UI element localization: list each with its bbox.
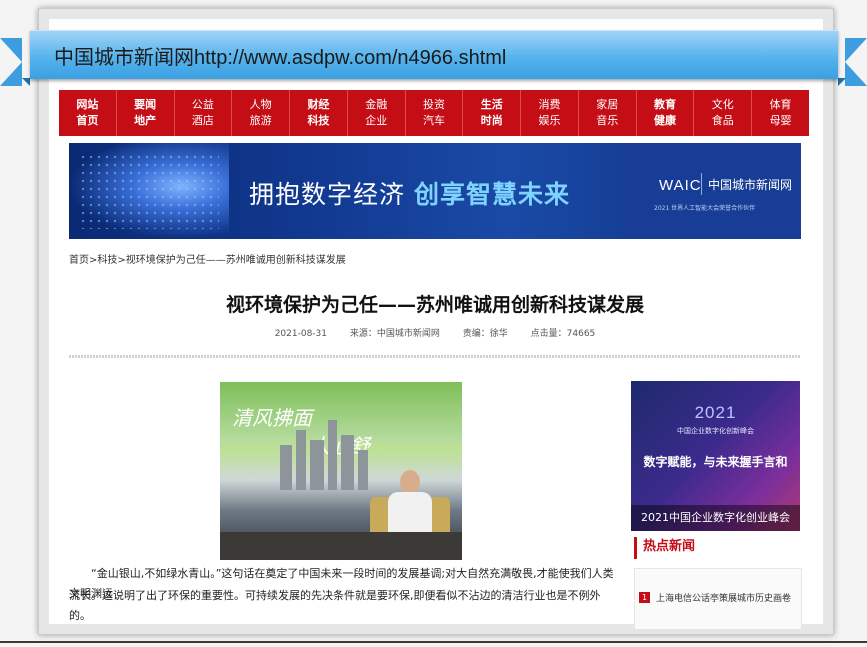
- ribbon-site-name: 中国城市新闻网: [54, 45, 194, 69]
- nav-item-bottom: 汽车: [422, 114, 445, 127]
- ad-subtitle: 中国企业数字化创新峰会: [677, 427, 754, 435]
- building: [328, 420, 337, 490]
- article-date: 2021-08-31: [274, 329, 327, 339]
- ribbon-fold-right: [838, 78, 846, 86]
- nav-item-top: 网站: [76, 98, 99, 111]
- ribbon-tail-right: [845, 38, 867, 86]
- person-head: [400, 470, 420, 494]
- nav-item[interactable]: 消费 娱乐: [521, 90, 579, 136]
- breadcrumb: 首页>科技>视环境保护为己任——苏州唯诚用创新科技谋发展: [69, 255, 346, 266]
- nav-item[interactable]: 教育 健康: [637, 90, 695, 136]
- nav-item[interactable]: 人物 旅游: [232, 90, 291, 136]
- nav-item[interactable]: 文化 食品: [694, 90, 753, 136]
- ribbon-tail-left: [0, 38, 22, 86]
- banner-title-plain: 拥抱数字经济: [249, 180, 406, 209]
- nav-item-top: 教育: [654, 98, 677, 111]
- nav-item[interactable]: 体育 母婴: [752, 90, 809, 136]
- nav-item-top: 金融: [365, 98, 388, 111]
- ribbon-fold-left: [22, 78, 30, 86]
- desk: [220, 532, 462, 560]
- nav-item-top: 生活: [480, 98, 503, 111]
- nav-item[interactable]: 生活 时尚: [463, 90, 522, 136]
- breadcrumb-category[interactable]: 科技: [97, 255, 117, 266]
- article-source: 来源：中国城市新闻网: [349, 329, 440, 339]
- banner-separator: [701, 173, 702, 195]
- article-clicks: 点击量：74665: [530, 329, 596, 339]
- article-photo: 清风拂面 人心舒: [220, 382, 462, 560]
- photo-calligraphy-1: 清风拂面: [232, 406, 312, 430]
- nav-item-bottom: 企业: [365, 114, 388, 127]
- sidebar-ad[interactable]: 2021 中国企业数字化创新峰会 数字赋能，与未来握手言和 2021中国企业数字…: [631, 381, 800, 531]
- bottom-rule: [0, 641, 867, 643]
- nav-item-top: 消费: [538, 98, 561, 111]
- ad-slogan: 数字赋能，与未来握手言和: [643, 455, 788, 469]
- banner-subtitle: 2021 世界人工智能大会荣誉合作伙伴: [654, 205, 756, 212]
- nav-item-bottom: 酒店: [191, 114, 214, 127]
- nav-item-top: 财经: [307, 98, 330, 111]
- nav-item-bottom: 旅游: [249, 114, 272, 127]
- hot-news-item[interactable]: 1 上海电信公话亭策展城市历史画卷: [639, 591, 791, 604]
- breadcrumb-home[interactable]: 首页: [69, 255, 89, 266]
- nav-item-bottom: 娱乐: [538, 114, 561, 127]
- title-divider: [69, 355, 801, 358]
- nav-item-top: 公益: [191, 98, 214, 111]
- nav-item-top: 人物: [249, 98, 272, 111]
- building: [310, 440, 324, 490]
- nav-item-top: 体育: [769, 98, 792, 111]
- article-title: 视环境保护为己任——苏州唯诚用创新科技谋发展: [225, 294, 644, 316]
- building: [280, 445, 292, 490]
- main-nav: 网站 首页 要闻 地产 公益 酒店 人物 旅游 财经 科技 金融 企业 投资 汽车 生活 时尚 消费 娱乐 家居 音乐…: [59, 90, 809, 136]
- building: [296, 430, 306, 490]
- nav-item-top: 投资: [422, 98, 445, 111]
- banner-title-highlight: 创享智慧未来: [413, 180, 570, 209]
- ribbon-caption: 中国城市新闻网http://www.asdpw.com/n4966.shtml: [54, 41, 506, 70]
- banner-brand: 中国城市新闻网: [708, 178, 793, 192]
- hot-news-link[interactable]: 上海电信公话亭策展城市历史画卷: [656, 591, 791, 604]
- nav-item[interactable]: 网站 首页: [59, 90, 117, 136]
- building: [341, 435, 354, 490]
- nav-item[interactable]: 投资 汽车: [406, 90, 464, 136]
- dot-pattern: [79, 153, 219, 229]
- ad-caption[interactable]: 2021中国企业数字化创业峰会: [631, 505, 800, 531]
- article-paragraph-2: 流长。这说明了出了环保的重要性。可持续发展的先决条件就是要环保,即便看似不沾边的…: [69, 589, 601, 622]
- building: [358, 450, 368, 490]
- nav-item-bottom: 时尚: [480, 114, 503, 127]
- nav-item-bottom: 食品: [711, 114, 734, 127]
- nav-item[interactable]: 财经 科技: [290, 90, 348, 136]
- nav-item[interactable]: 家居 音乐: [579, 90, 637, 136]
- ad-year: 2021: [694, 403, 737, 422]
- banner-brand-panel: WAIC 中国城市新闻网 2021 世界人工智能大会荣誉合作伙伴: [626, 143, 801, 239]
- nav-item[interactable]: 要闻 地产: [117, 90, 175, 136]
- hot-news-rank: 1: [639, 592, 650, 603]
- ribbon-url[interactable]: http://www.asdpw.com/n4966.shtml: [194, 47, 506, 69]
- nav-item-top: 文化: [711, 98, 734, 111]
- waic-logo: WAIC: [659, 177, 702, 194]
- nav-item-bottom: 母婴: [769, 114, 792, 127]
- nav-item-bottom: 科技: [307, 114, 330, 127]
- nav-item-top: 要闻: [134, 98, 157, 111]
- breadcrumb-current[interactable]: 视环境保护为己任——苏州唯诚用创新科技谋发展: [126, 255, 346, 266]
- nav-item[interactable]: 金融 企业: [348, 90, 406, 136]
- hot-news-heading: 热点新闻: [634, 537, 803, 559]
- nav-item-bottom: 健康: [654, 114, 677, 127]
- banner-title: 拥抱数字经济 创享智慧未来: [249, 175, 570, 211]
- nav-item-bottom: 首页: [76, 114, 99, 127]
- title-ribbon: 中国城市新闻网http://www.asdpw.com/n4966.shtml: [30, 30, 838, 79]
- nav-item-bottom: 地产: [134, 114, 157, 127]
- nav-item[interactable]: 公益 酒店: [175, 90, 233, 136]
- hot-news-list: 1 上海电信公话亭策展城市历史画卷: [634, 568, 802, 630]
- nav-item-top: 家居: [596, 98, 619, 111]
- article-editor: 责编：徐华: [462, 329, 508, 339]
- header-banner[interactable]: 拥抱数字经济 创享智慧未来 WAIC 中国城市新闻网 2021 世界人工智能大会…: [69, 143, 801, 239]
- nav-item-bottom: 音乐: [596, 114, 619, 127]
- article-meta: 2021-08-31 来源：中国城市新闻网 责编：徐华 点击量：74665: [69, 326, 801, 339]
